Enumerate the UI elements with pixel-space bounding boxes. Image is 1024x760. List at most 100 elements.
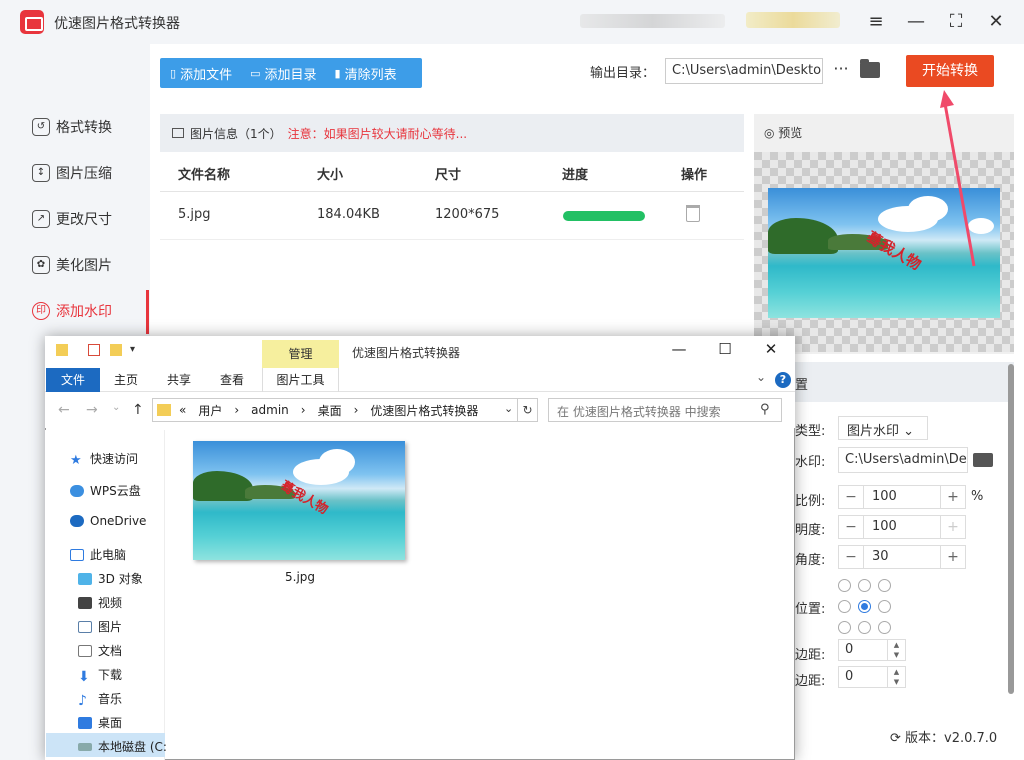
file-name-label[interactable]: 5.jpg	[285, 570, 315, 584]
add-file-button[interactable]: ▯ 添加文件	[160, 58, 240, 88]
angle-increment[interactable]: +	[941, 546, 965, 568]
opacity-stepper[interactable]: −100 +	[838, 515, 966, 539]
settings-scrollbar[interactable]	[1008, 364, 1014, 694]
nav-pictures[interactable]: 图片	[78, 618, 122, 635]
margin2-value[interactable]: 0	[845, 669, 853, 684]
position-middle-right[interactable]	[878, 600, 891, 613]
minimize-icon[interactable]: —	[904, 10, 928, 34]
table-row[interactable]: 5.jpg 184.04KB 1200*675	[160, 192, 744, 240]
watermark-folder-icon[interactable]	[973, 453, 993, 467]
position-top-right[interactable]	[878, 579, 891, 592]
nav-3d-objects[interactable]: 3D 对象	[78, 570, 143, 587]
menu-icon[interactable]: ≡	[864, 10, 888, 34]
path-segment-desktop[interactable]: 桌面	[318, 402, 342, 419]
margin1-value[interactable]: 0	[845, 642, 853, 657]
version-label: ⟳ 版本：v2.0.7.0	[890, 731, 998, 746]
path-overflow[interactable]: «	[179, 403, 186, 417]
image-icon	[172, 128, 184, 138]
position-top-left[interactable]	[838, 579, 851, 592]
angle-value[interactable]: 30	[863, 546, 941, 568]
delete-row-icon[interactable]	[686, 205, 700, 222]
position-bottom-center[interactable]	[858, 621, 871, 634]
nav-this-pc[interactable]: 此电脑	[70, 546, 126, 563]
path-segment-users[interactable]: 用户	[198, 402, 222, 419]
nav-quick-access[interactable]: ★ 快速访问	[70, 450, 138, 468]
nav-music[interactable]: ♪ 音乐	[78, 690, 122, 709]
position-label: 位置:	[795, 602, 826, 617]
opacity-increment[interactable]: +	[941, 516, 965, 538]
scale-decrement[interactable]: −	[839, 486, 863, 508]
sidebar-item-beautify[interactable]: ✿ 美化图片	[0, 242, 150, 288]
angle-stepper[interactable]: −30 +	[838, 545, 966, 569]
sidebar-item-compress[interactable]: ↕ 图片压缩	[0, 150, 150, 196]
address-bar[interactable]: « 用户 › admin › 桌面 › 优速图片格式转换器	[152, 398, 518, 422]
watermark-path-input[interactable]: C:\Users\admin\De	[838, 447, 968, 473]
nav-desktop[interactable]: 桌面	[78, 714, 122, 731]
position-bottom-left[interactable]	[838, 621, 851, 634]
opacity-value[interactable]: 100	[863, 516, 941, 538]
nav-downloads[interactable]: ⬇ 下载	[78, 666, 122, 685]
nav-documents[interactable]: 文档	[78, 642, 122, 659]
opacity-decrement[interactable]: −	[839, 516, 863, 538]
nav-onedrive[interactable]: OneDrive	[70, 514, 146, 528]
blurred-header-text	[580, 14, 725, 28]
ribbon-tab-picture-tools[interactable]: 图片工具	[262, 368, 339, 392]
add-directory-label: 添加目录	[264, 67, 317, 83]
angle-decrement[interactable]: −	[839, 546, 863, 568]
ribbon-tab-view[interactable]: 查看	[210, 368, 254, 392]
sidebar-item-watermark[interactable]: 印添加水印	[0, 288, 150, 334]
position-bottom-right[interactable]	[878, 621, 891, 634]
search-icon[interactable]: ⚲	[760, 402, 770, 417]
ribbon-tab-home[interactable]: 主页	[104, 368, 148, 392]
forward-arrow-icon[interactable]: →	[86, 402, 98, 418]
add-directory-button[interactable]: ▭ 添加目录	[240, 58, 324, 88]
explorer-maximize-icon[interactable]: ☐	[710, 340, 740, 362]
help-icon[interactable]: ?	[775, 372, 791, 388]
explorer-minimize-icon[interactable]: —	[664, 340, 694, 362]
output-dir-input[interactable]: C:\Users\admin\Desktop	[665, 58, 823, 84]
properties-icon[interactable]	[88, 344, 100, 356]
ribbon-expand-icon[interactable]: ⌄	[756, 370, 766, 384]
clear-list-button[interactable]: ▮ 清除列表	[325, 58, 405, 88]
watermark-label: 水印:	[795, 455, 826, 470]
add-file-label: 添加文件	[180, 67, 233, 83]
blurred-header-badge	[746, 12, 840, 28]
ribbon-tab-share[interactable]: 共享	[157, 368, 201, 392]
scale-increment[interactable]: +	[941, 486, 965, 508]
address-dropdown-icon[interactable]: ⌄	[504, 402, 513, 415]
open-folder-icon[interactable]	[860, 59, 880, 78]
position-top-center[interactable]	[858, 579, 871, 592]
new-folder-icon[interactable]	[110, 344, 122, 356]
up-arrow-icon[interactable]: ↑	[132, 402, 144, 418]
explorer-search-input[interactable]: 在 优速图片格式转换器 中搜索	[548, 398, 782, 422]
margin2-spinner[interactable]: 0 ▲ ▼	[838, 666, 906, 688]
nav-wps-cloud[interactable]: WPS云盘	[70, 482, 141, 499]
path-segment-folder[interactable]: 优速图片格式转换器	[370, 402, 478, 419]
maximize-icon[interactable]: ⛶	[944, 10, 968, 34]
watermark-type-select[interactable]: 图片水印 ⌄	[838, 416, 928, 440]
spin-arrows-icon[interactable]: ▲ ▼	[887, 640, 905, 660]
explorer-close-icon[interactable]: ✕	[756, 340, 786, 362]
position-middle-center[interactable]	[858, 600, 871, 613]
spin-arrows-icon[interactable]: ▲ ▼	[887, 667, 905, 687]
sidebar-item-resize[interactable]: ↗ 更改尺寸	[0, 196, 150, 242]
refresh-icon[interactable]: ↻	[518, 398, 538, 422]
sidebar-item-format-convert[interactable]: ↺ 格式转换	[0, 104, 150, 150]
start-convert-button[interactable]: 开始转换	[906, 55, 994, 87]
quick-access-dropdown-icon[interactable]: ▾	[130, 344, 135, 355]
close-icon[interactable]: ✕	[984, 10, 1008, 34]
picture-icon	[78, 620, 92, 633]
manage-tab[interactable]: 管理	[262, 340, 339, 368]
scale-value[interactable]: 100	[863, 486, 941, 508]
nav-videos[interactable]: 视频	[78, 594, 122, 611]
ribbon-tab-file[interactable]: 文件	[46, 368, 100, 392]
recent-dropdown-icon[interactable]: ⌄	[112, 402, 120, 413]
output-more-button[interactable]: ···	[831, 58, 851, 84]
path-segment-admin[interactable]: admin	[251, 403, 289, 417]
back-arrow-icon[interactable]: ←	[58, 402, 70, 418]
scale-stepper[interactable]: −100 +	[838, 485, 966, 509]
margin1-spinner[interactable]: 0 ▲ ▼	[838, 639, 906, 661]
position-middle-left[interactable]	[838, 600, 851, 613]
file-thumbnail[interactable]: 蓦我人物	[193, 441, 405, 560]
nav-local-disk[interactable]: 本地磁盘 (C:	[78, 738, 167, 755]
